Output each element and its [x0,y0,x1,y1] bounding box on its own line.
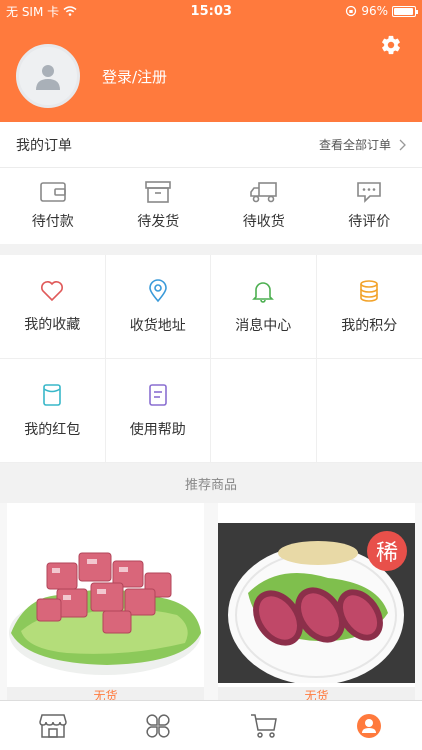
service-favorites[interactable]: 我的收藏 [0,255,106,359]
bell-icon [252,281,275,303]
product-card[interactable]: 无货 [7,503,204,703]
coins-icon [360,279,379,302]
view-all-orders-label: 查看全部订单 [318,138,391,152]
profile-icon [357,713,382,738]
service-label: 消息中心 [235,317,292,334]
rare-badge-label: 稀 [375,541,398,566]
shop-icon [38,713,67,738]
wallet-icon [39,182,66,202]
order-status-pending-review[interactable]: 待评价 [317,168,422,244]
service-label: 使用帮助 [129,421,186,438]
service-label: 收货地址 [129,317,186,334]
rare-badge: 稀 [367,531,407,571]
product-list: 无货 稀 无货 [0,503,422,703]
status-bar: 无 SIM 卡 15:03 96% [0,0,422,22]
battery-icon [391,5,418,17]
service-help[interactable]: 使用帮助 [105,359,211,463]
tab-cart[interactable] [211,701,317,750]
order-status-label: 待评价 [348,214,391,230]
truck-icon [249,182,277,203]
service-label: 我的红包 [24,421,81,438]
service-points[interactable]: 我的积分 [316,255,422,359]
orientation-lock-icon [346,5,357,17]
chevron-right-icon [399,139,406,150]
orders-header[interactable]: 我的订单 查看全部订单 [0,122,422,168]
bottom-tab-bar [0,700,422,750]
order-status-pending-payment[interactable]: 待付款 [0,168,106,244]
wifi-icon [63,6,77,16]
order-status-label: 待付款 [31,214,74,230]
heart-icon [41,280,64,301]
order-status-pending-shipment[interactable]: 待发货 [106,168,212,244]
order-status-label: 待收货 [242,214,285,230]
recommend-title: 推荐商品 [0,463,422,503]
service-label: 我的收藏 [24,316,81,333]
product-meat-cubes-image [7,523,204,683]
comment-icon [357,182,382,203]
clock-label: 15:03 [190,3,232,19]
product-card[interactable]: 稀 无货 [218,503,415,703]
help-doc-icon [148,383,167,406]
order-status-label: 待发货 [137,214,180,230]
tab-profile[interactable] [317,701,422,750]
service-empty-cell [211,359,317,463]
tab-category[interactable] [106,701,212,750]
location-icon [148,278,167,302]
view-all-orders-link[interactable]: 查看全部订单 [319,136,406,153]
avatar[interactable] [16,44,80,108]
battery-percent: 96% [361,4,388,18]
user-placeholder-icon [36,65,60,90]
battery-fill [393,7,414,15]
redpacket-icon [43,383,62,406]
box-icon [145,181,172,203]
tab-shop[interactable] [0,701,106,750]
services-grid: 我的收藏 收货地址 消息中心 我的积分 我的红包 使用帮助 [0,255,422,463]
orders-section: 我的订单 查看全部订单 待付款 待发货 待收货 待评价 [0,122,422,244]
cart-icon [250,713,277,738]
service-messages[interactable]: 消息中心 [211,255,317,359]
product-image[interactable] [7,523,204,683]
service-red-packet[interactable]: 我的红包 [0,359,106,463]
order-status-pending-receipt[interactable]: 待收货 [211,168,317,244]
gear-icon[interactable] [380,34,402,56]
service-address[interactable]: 收货地址 [105,255,211,359]
profile-header: 无 SIM 卡 15:03 96% 登录/注册 [0,0,422,122]
category-icon [146,713,170,738]
service-label: 我的积分 [341,317,398,334]
service-empty-cell [316,359,422,463]
orders-title: 我的订单 [16,137,72,154]
carrier-label: 无 SIM 卡 [6,4,60,19]
login-register-link[interactable]: 登录/注册 [102,66,167,87]
section-divider [0,244,422,255]
